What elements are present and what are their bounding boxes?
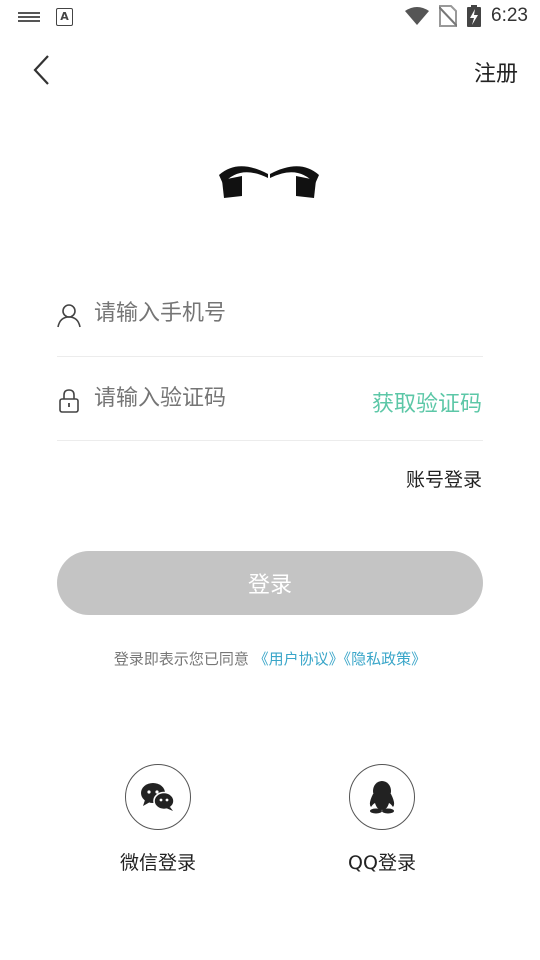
lock-icon	[59, 389, 79, 413]
status-bar: A 6:23	[0, 0, 540, 36]
back-button[interactable]	[24, 48, 64, 92]
login-button[interactable]: 登录	[57, 551, 483, 615]
qq-login[interactable]: QQ登录	[312, 764, 452, 875]
register-link[interactable]: 注册	[474, 56, 518, 88]
agreement-prefix: 登录即表示您已同意	[113, 650, 249, 668]
wechat-login[interactable]: 微信登录	[88, 764, 228, 875]
wechat-icon	[141, 783, 175, 811]
divider	[57, 356, 483, 357]
divider	[57, 440, 483, 441]
qq-login-label: QQ登录	[348, 852, 416, 874]
user-icon	[57, 304, 81, 328]
login-button-label: 登录	[247, 573, 292, 598]
privacy-policy-link[interactable]: 《隐私政策》	[344, 650, 427, 668]
phone-input[interactable]	[94, 301, 394, 326]
brand-logo	[219, 166, 319, 198]
verification-code-input[interactable]	[94, 386, 334, 411]
no-sim-icon	[439, 5, 458, 27]
status-time: 6:23	[491, 5, 528, 26]
account-login-link[interactable]: 账号登录	[406, 465, 482, 492]
back-arrow-icon	[33, 55, 49, 85]
get-code-button[interactable]: 获取验证码	[372, 386, 482, 418]
wechat-button[interactable]	[125, 764, 191, 830]
user-agreement-link[interactable]: 《用户协议》	[254, 650, 344, 668]
battery-charging-icon	[467, 5, 482, 27]
text-input-notification-icon: A	[56, 8, 73, 26]
keyboard-icon	[18, 10, 40, 24]
qq-button[interactable]	[349, 764, 415, 830]
agreement-text: 登录即表示您已同意 《用户协议》《隐私政策》	[0, 648, 540, 669]
qq-icon	[369, 781, 395, 814]
wifi-icon	[405, 7, 430, 25]
wechat-login-label: 微信登录	[119, 852, 196, 874]
